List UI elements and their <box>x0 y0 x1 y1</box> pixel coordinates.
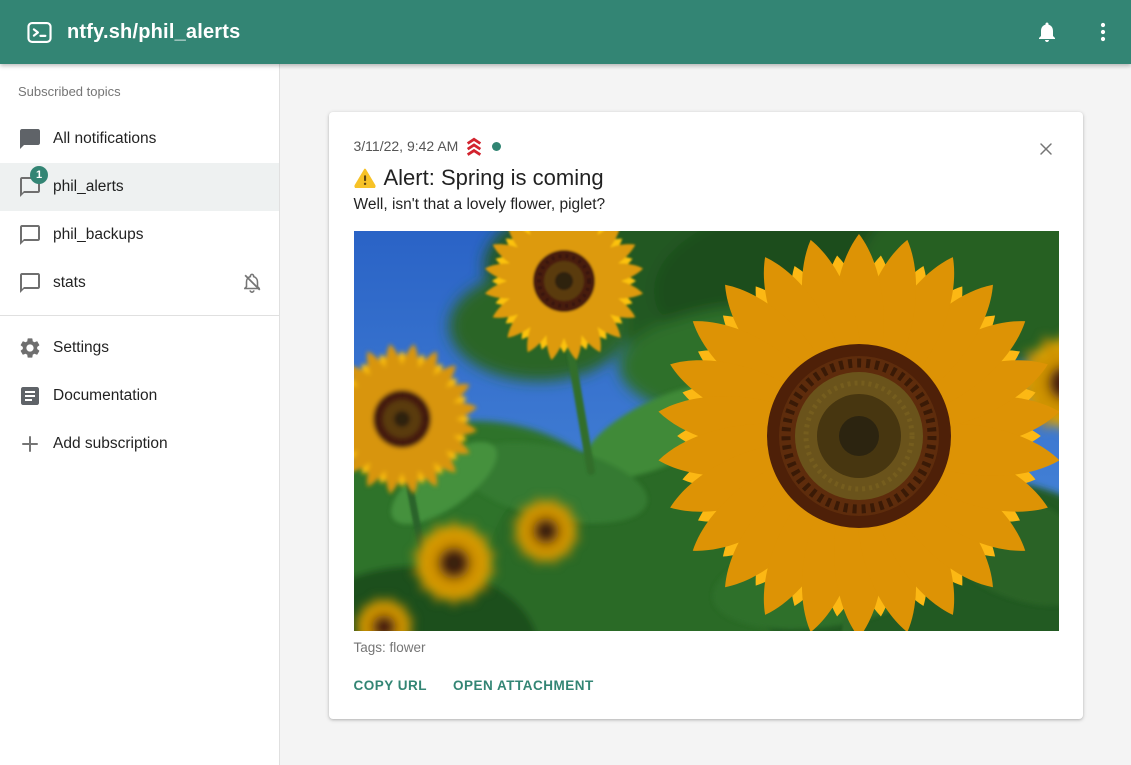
overflow-menu-button[interactable] <box>1081 10 1125 54</box>
chat-bubble-outline-icon <box>18 223 42 247</box>
plus-icon <box>18 432 42 456</box>
app-bar: ntfy.sh/phil_alerts <box>0 0 1131 64</box>
sidebar-item-settings[interactable]: Settings <box>0 324 279 372</box>
notification-title-text: Alert: Spring is coming <box>384 165 604 191</box>
close-icon <box>1036 139 1056 159</box>
notification-title: Alert: Spring is coming <box>354 165 1059 191</box>
notifications-muted-icon <box>241 272 263 294</box>
warning-emoji-icon <box>354 168 376 188</box>
sidebar-item-label: All notifications <box>53 130 156 148</box>
gear-icon <box>18 336 42 360</box>
sidebar-item-phil-backups[interactable]: phil_backups <box>0 211 279 259</box>
bell-icon <box>1035 20 1059 44</box>
tags-label: Tags: flower <box>354 640 1059 655</box>
chat-bubble-outline-icon <box>18 271 42 295</box>
close-notification-button[interactable] <box>1033 136 1059 162</box>
chat-bubble-filled-icon <box>18 127 42 151</box>
notification-body: Well, isn't that a lovely flower, piglet… <box>354 196 1059 214</box>
ntfy-terminal-logo-icon <box>26 19 53 46</box>
priority-max-icon <box>464 137 484 156</box>
open-attachment-button[interactable]: OPEN ATTACHMENT <box>453 678 594 693</box>
notification-card: 3/11/22, 9:42 AM <box>329 112 1083 719</box>
timestamp: 3/11/22, 9:42 AM <box>354 138 459 154</box>
sidebar-item-stats[interactable]: stats <box>0 259 279 307</box>
attachment-image-sunflowers[interactable] <box>354 231 1059 631</box>
notification-meta-row: 3/11/22, 9:42 AM <box>354 136 1059 156</box>
sidebar-divider <box>0 315 279 316</box>
copy-url-button[interactable]: COPY URL <box>354 678 428 693</box>
unread-count-badge: 1 <box>30 166 48 184</box>
sidebar: Subscribed topics All notifications 1 ph… <box>0 64 280 765</box>
card-actions: COPY URL OPEN ATTACHMENT <box>354 678 1059 693</box>
page-title: ntfy.sh/phil_alerts <box>67 21 240 44</box>
main-content: 3/11/22, 9:42 AM <box>280 64 1131 765</box>
sidebar-item-label: Documentation <box>53 387 157 405</box>
unread-dot-icon <box>492 142 501 151</box>
sidebar-item-phil-alerts[interactable]: 1 phil_alerts <box>0 163 279 211</box>
sunflower-photo-illustration <box>354 231 1059 631</box>
sidebar-item-documentation[interactable]: Documentation <box>0 372 279 420</box>
sidebar-item-label: Add subscription <box>53 435 168 453</box>
sidebar-item-label: phil_backups <box>53 226 143 244</box>
sidebar-item-all-notifications[interactable]: All notifications <box>0 115 279 163</box>
chat-bubble-outline-icon: 1 <box>18 175 42 199</box>
article-document-icon <box>18 384 42 408</box>
sidebar-item-label: stats <box>53 274 86 292</box>
three-dots-menu-icon <box>1091 20 1115 44</box>
subscribed-topics-heading: Subscribed topics <box>0 66 279 115</box>
sidebar-item-add-subscription[interactable]: Add subscription <box>0 420 279 468</box>
sidebar-item-label: phil_alerts <box>53 178 124 196</box>
notifications-bell-button[interactable] <box>1025 10 1069 54</box>
sidebar-item-label: Settings <box>53 339 109 357</box>
